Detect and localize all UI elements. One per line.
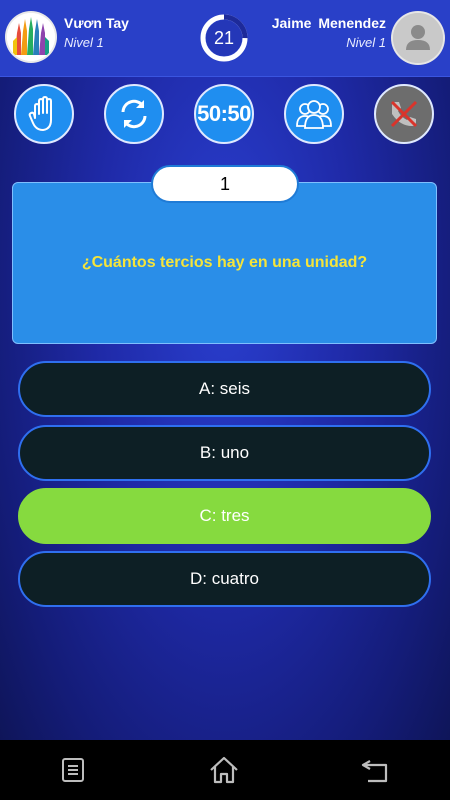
- player-avatar-right: [393, 13, 443, 63]
- countdown-timer: 21: [199, 13, 249, 63]
- home-button[interactable]: [206, 752, 242, 788]
- question-text: ¿Cuántos tercios hay en una unidad?: [81, 254, 368, 271]
- fifty-fifty-label: 50:50: [197, 101, 251, 126]
- audience-icon: [296, 100, 332, 129]
- user-placeholder-icon: [393, 13, 443, 63]
- answer-option-a[interactable]: A: seis: [18, 361, 431, 417]
- answer-option-c[interactable]: C: tres: [18, 488, 431, 544]
- swap-icon: [121, 99, 147, 129]
- player-avatar-left: [7, 13, 55, 61]
- menu-button[interactable]: [55, 752, 91, 788]
- player-level-left: Nivel 1: [64, 35, 104, 50]
- answer-option-d[interactable]: D: cuatro: [18, 551, 431, 607]
- lifeline-fifty-fifty-button[interactable]: 50:50: [194, 84, 254, 144]
- player-level-right: Nivel 1: [346, 35, 386, 50]
- answer-option-b[interactable]: B: uno: [18, 425, 431, 481]
- home-icon: [210, 756, 238, 784]
- menu-icon: [62, 758, 84, 782]
- timer-value: 21: [213, 28, 235, 48]
- top-bar: Vươn Tay Nivel 1 21 Jaime Menendez Nivel…: [0, 0, 450, 77]
- lifeline-audience-button[interactable]: [284, 84, 344, 144]
- question-number: 1: [151, 165, 299, 203]
- player-name-left: Vươn Tay: [64, 15, 129, 31]
- back-icon: [361, 760, 388, 783]
- lifeline-call-button[interactable]: [374, 84, 434, 144]
- system-nav-bar: [0, 740, 450, 800]
- back-button[interactable]: [357, 752, 393, 788]
- lifeline-swap-button[interactable]: [104, 84, 164, 144]
- hand-icon: [28, 96, 52, 131]
- lifeline-hand-button[interactable]: [14, 84, 74, 144]
- player-name-right: Jaime Menendez: [271, 15, 386, 31]
- call-disabled-icon: [390, 100, 418, 128]
